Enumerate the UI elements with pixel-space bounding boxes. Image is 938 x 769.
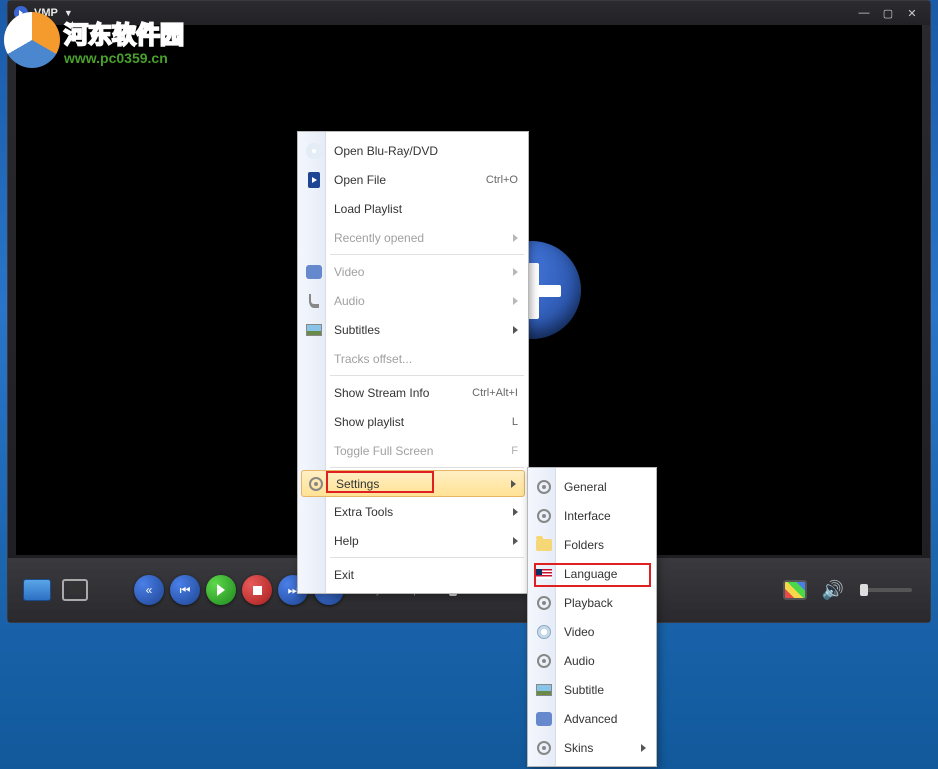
playback-icon <box>534 593 554 613</box>
menu-video: Video <box>300 257 526 286</box>
menu-load-playlist[interactable]: Load Playlist <box>300 194 526 223</box>
submenu-arrow-icon <box>513 234 518 242</box>
maximize-button[interactable]: ▢ <box>876 4 900 22</box>
menu-open-file[interactable]: Open File Ctrl+O <box>300 165 526 194</box>
advanced-icon <box>534 709 554 729</box>
menu-exit[interactable]: Exit <box>300 560 526 589</box>
menu-extra-tools[interactable]: Extra Tools <box>300 497 526 526</box>
minimize-button[interactable]: — <box>852 4 876 22</box>
close-button[interactable]: ✕ <box>900 4 924 22</box>
watermark-logo-icon <box>4 12 60 68</box>
stop-button[interactable] <box>242 575 272 605</box>
note-icon <box>304 291 324 311</box>
menu-help[interactable]: Help <box>300 526 526 555</box>
film-icon <box>534 622 554 642</box>
disc-icon <box>304 141 324 161</box>
interface-icon <box>534 506 554 526</box>
watermark-line1: 河东软件园 <box>64 15 184 50</box>
play-button[interactable] <box>206 575 236 605</box>
submenu-subtitle[interactable]: Subtitle <box>530 675 654 704</box>
submenu-arrow-icon <box>513 326 518 334</box>
volume-slider[interactable] <box>860 588 912 592</box>
menu-subtitles[interactable]: Subtitles <box>300 315 526 344</box>
submenu-skins[interactable]: Skins <box>530 733 654 762</box>
prev-button[interactable]: ⏮ <box>170 575 200 605</box>
submenu-arrow-icon <box>513 508 518 516</box>
film-icon <box>304 262 324 282</box>
submenu-audio[interactable]: Audio <box>530 646 654 675</box>
gear-icon <box>306 474 326 494</box>
flag-icon <box>534 564 554 584</box>
submenu-arrow-icon <box>513 537 518 545</box>
subtitle-icon <box>534 680 554 700</box>
rewind-button[interactable]: « <box>134 575 164 605</box>
screenshot-button[interactable] <box>22 575 52 605</box>
submenu-language[interactable]: Language <box>530 559 654 588</box>
submenu-general[interactable]: General <box>530 472 654 501</box>
menu-show-playlist[interactable]: Show playlist L <box>300 407 526 436</box>
settings-submenu: General Interface Folders Language Playb… <box>527 467 657 767</box>
submenu-folders[interactable]: Folders <box>530 530 654 559</box>
context-menu: Open Blu-Ray/DVD Open File Ctrl+O Load P… <box>297 131 529 594</box>
menu-show-stream-info[interactable]: Show Stream Info Ctrl+Alt+I <box>300 378 526 407</box>
submenu-advanced[interactable]: Advanced <box>530 704 654 733</box>
fullscreen-button[interactable] <box>60 575 90 605</box>
submenu-arrow-icon <box>511 480 516 488</box>
menu-toggle-fullscreen: Toggle Full Screen F <box>300 436 526 465</box>
submenu-video[interactable]: Video <box>530 617 654 646</box>
file-icon <box>304 170 324 190</box>
picture-icon <box>304 320 324 340</box>
folder-icon <box>534 535 554 555</box>
menu-audio: Audio <box>300 286 526 315</box>
submenu-arrow-icon <box>513 297 518 305</box>
menu-tracks-offset: Tracks offset... <box>300 344 526 373</box>
skins-icon <box>534 738 554 758</box>
gear-icon <box>534 477 554 497</box>
menu-settings[interactable]: Settings <box>301 470 525 497</box>
menu-open-bluray[interactable]: Open Blu-Ray/DVD <box>300 136 526 165</box>
submenu-interface[interactable]: Interface <box>530 501 654 530</box>
submenu-arrow-icon <box>641 744 646 752</box>
menu-recently-opened: Recently opened <box>300 223 526 252</box>
watermark-line2: www.pc0359.cn <box>64 50 184 66</box>
volume-icon[interactable]: 🔊 <box>818 575 848 605</box>
submenu-arrow-icon <box>513 268 518 276</box>
watermark: 河东软件园 www.pc0359.cn <box>4 12 184 68</box>
tv-icon[interactable] <box>780 575 810 605</box>
submenu-playback[interactable]: Playback <box>530 588 654 617</box>
audio-icon <box>534 651 554 671</box>
